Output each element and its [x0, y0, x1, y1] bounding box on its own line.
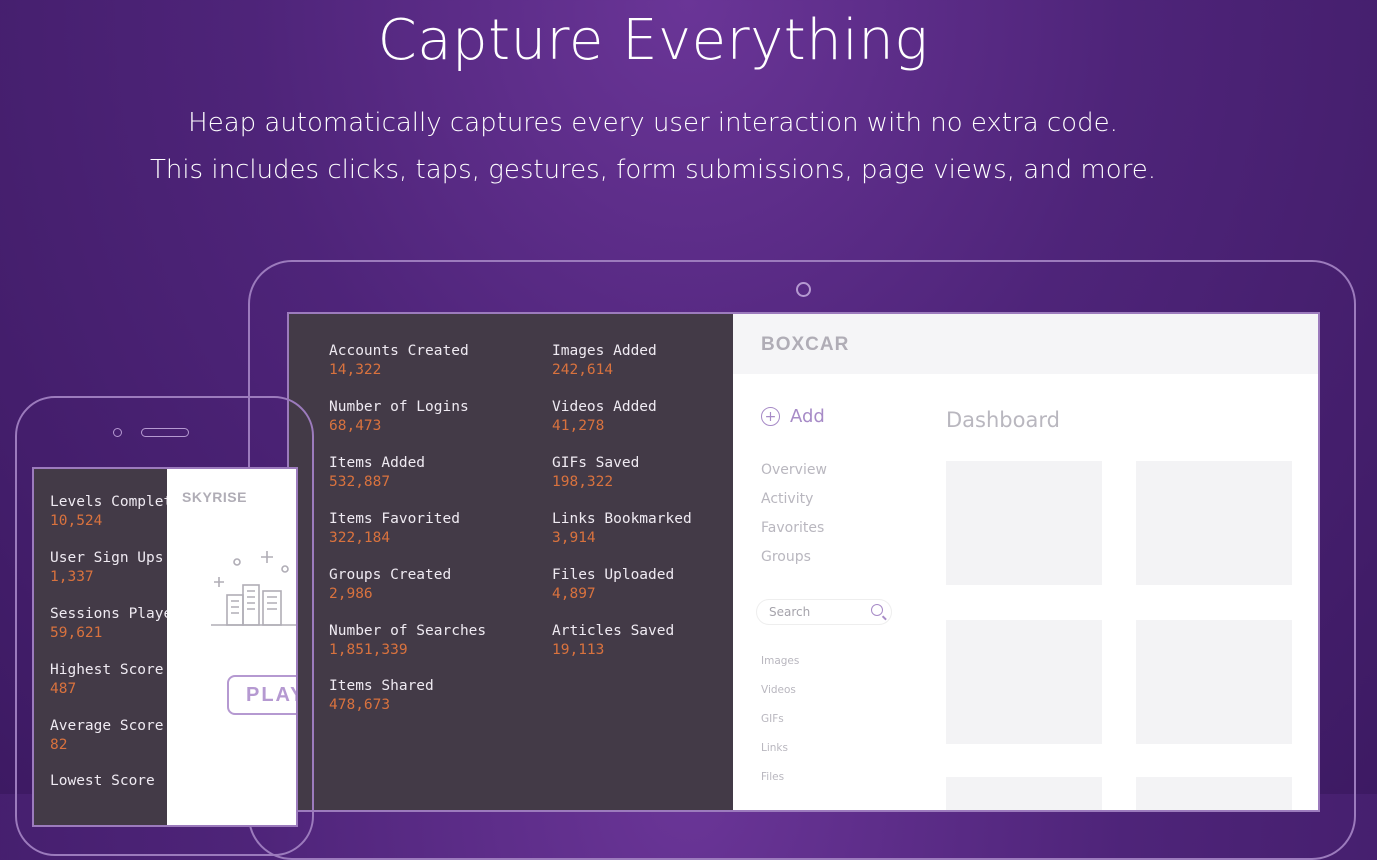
skyrise-app: SKYRISE PLAY — [167, 469, 296, 825]
sub-nav-videos[interactable]: Videos — [761, 684, 796, 696]
search-placeholder: Search — [769, 605, 811, 619]
play-button[interactable]: PLAY — [227, 675, 296, 715]
search-input[interactable]: Search — [757, 600, 891, 624]
tablet-camera-icon — [796, 282, 811, 297]
boxcar-logo: BOXCAR — [761, 334, 850, 355]
phone-camera-icon — [113, 428, 122, 437]
tablet-events-panel: Accounts Created 14,322 Number of Logins 6… — [289, 314, 733, 810]
event-item: Groups Created 2,986 — [329, 567, 452, 602]
event-item: Sessions Played59,621 — [50, 606, 167, 641]
plus-icon: + — [761, 407, 780, 426]
event-item: Average Score 82 — [50, 718, 164, 753]
skyrise-logo: SKYRISE — [182, 489, 247, 505]
search-icon — [871, 604, 883, 616]
dashboard-card[interactable] — [946, 620, 1102, 744]
nav-item-favorites[interactable]: Favorites — [761, 520, 824, 536]
dashboard-card[interactable] — [946, 777, 1102, 810]
hero-subtitle-line2: This includes clicks, taps, gestures, fo… — [149, 155, 1157, 185]
sub-nav-gifs[interactable]: GIFs — [761, 713, 784, 725]
nav-item-activity[interactable]: Activity — [761, 491, 813, 507]
event-item: Items Added 532,887 — [329, 455, 426, 490]
dashboard-title: Dashboard — [946, 408, 1060, 432]
tablet-screen: Accounts Created 14,322 Number of Logins 6… — [287, 312, 1320, 812]
event-item: User Sign Ups 1,337 — [50, 550, 164, 585]
dashboard-main: Dashboard — [914, 374, 1318, 810]
sub-nav-links[interactable]: Links — [761, 742, 788, 754]
event-item: Number of Logins 68,473 — [329, 399, 469, 434]
phone-events-panel: Levels Completed10,524 User Sign Ups1,33… — [34, 469, 167, 825]
add-button[interactable]: + Add — [761, 406, 825, 427]
event-item: Links Bookmarked 3,914 — [552, 511, 692, 546]
sub-nav-files[interactable]: Files — [761, 771, 784, 783]
nav-item-overview[interactable]: Overview — [761, 462, 827, 478]
event-item: GIFs Saved 198,322 — [552, 455, 640, 490]
event-item: Lowest Score — [50, 773, 155, 789]
event-item: Videos Added 41,278 — [552, 399, 657, 434]
hero-subtitle-line1: Heap automatically captures every user i… — [188, 108, 1118, 138]
phone-screen: Levels Completed10,524 User Sign Ups1,33… — [32, 467, 298, 827]
city-skyline-icon — [211, 551, 296, 626]
dashboard-card[interactable] — [1136, 777, 1292, 810]
event-item: Files Uploaded 4,897 — [552, 567, 675, 602]
sub-nav-images[interactable]: Images — [761, 655, 799, 667]
phone-speaker-icon — [141, 428, 189, 437]
event-item: Items Favorited 322,184 — [329, 511, 460, 546]
boxcar-app: BOXCAR + Add Overview Activity Favorites… — [733, 314, 1318, 810]
dashboard-card[interactable] — [1136, 461, 1292, 585]
dashboard-card[interactable] — [946, 461, 1102, 585]
event-item: Number of Searches 1,851,339 — [329, 623, 487, 658]
add-button-label: Add — [790, 406, 825, 427]
event-item: Accounts Created 14,322 — [329, 343, 469, 378]
event-item: Items Shared 478,673 — [329, 678, 434, 713]
event-item: Highest Score 487 — [50, 662, 164, 697]
dashboard-card[interactable] — [1136, 620, 1292, 744]
nav-item-groups[interactable]: Groups — [761, 549, 811, 565]
event-item: Images Added 242,614 — [552, 343, 657, 378]
event-item: Levels Completed10,524 — [50, 494, 167, 529]
event-item: Articles Saved 19,113 — [552, 623, 675, 658]
hero-title: Capture Everything — [377, 8, 929, 73]
